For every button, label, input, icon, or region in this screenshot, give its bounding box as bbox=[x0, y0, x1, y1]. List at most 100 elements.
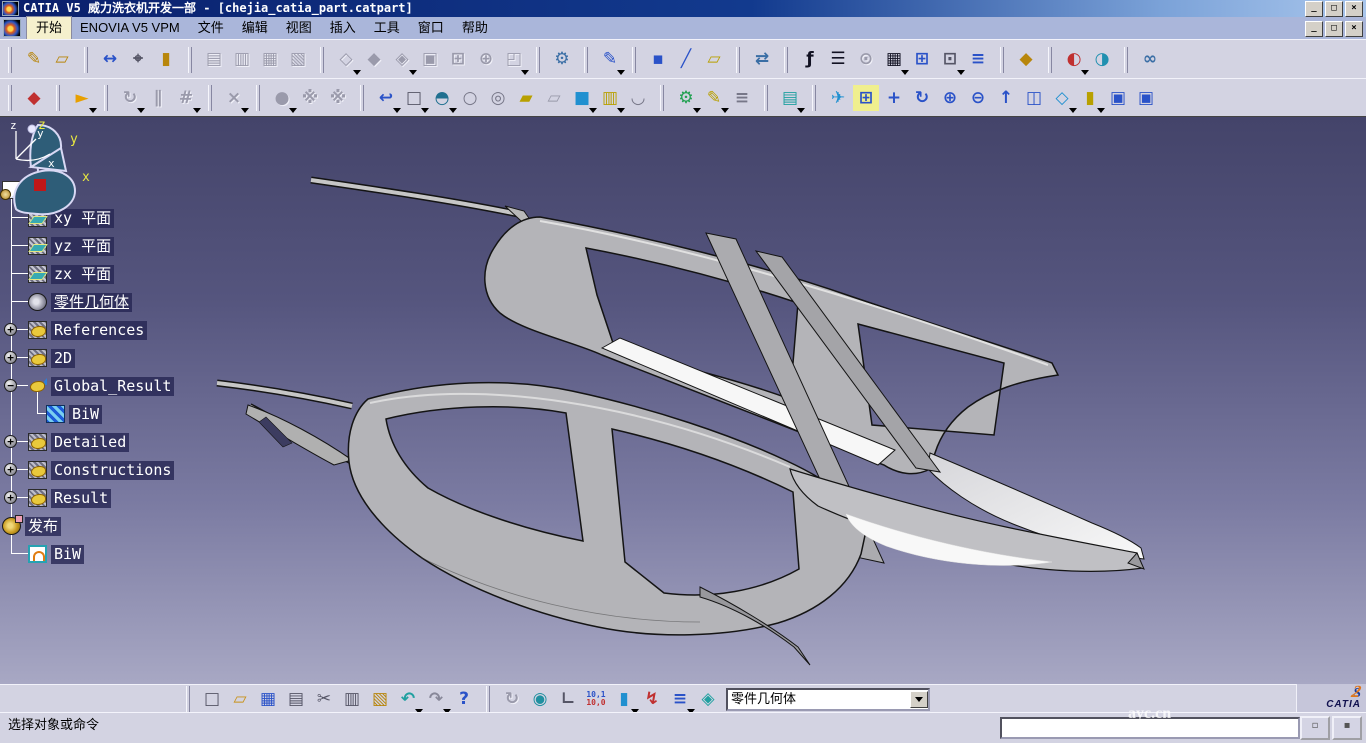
relations-icon[interactable]: ⊞ bbox=[909, 47, 935, 73]
dropdown-arrow-icon[interactable] bbox=[901, 70, 909, 75]
dropdown-arrow-icon[interactable] bbox=[449, 108, 457, 113]
tree-item-references[interactable]: +References bbox=[28, 319, 147, 341]
circle-slot-icon[interactable]: ◎ bbox=[485, 85, 511, 111]
select-arrow-icon[interactable]: ► bbox=[69, 85, 95, 111]
work-grid-icon[interactable]: # bbox=[173, 85, 199, 111]
dropdown-arrow-icon[interactable] bbox=[957, 70, 965, 75]
minimize-button[interactable]: _ bbox=[1305, 21, 1323, 37]
catalog-instantiate-icon[interactable]: ▤ bbox=[201, 47, 227, 73]
dropdown-arrow-icon[interactable] bbox=[393, 108, 401, 113]
save-icon[interactable]: ▦ bbox=[255, 686, 281, 712]
catalog-cylinder-icon[interactable]: ▮ bbox=[611, 686, 637, 712]
measure-item-icon[interactable]: ⌖ bbox=[125, 47, 151, 73]
view-mode-a-icon[interactable]: ▣ bbox=[1105, 85, 1131, 111]
units-icon[interactable]: 10,110,0 bbox=[583, 686, 609, 712]
tree-item-plane-zx[interactable]: zx 平面 bbox=[28, 263, 114, 285]
tree-item-publication-biw[interactable]: BiW bbox=[28, 543, 84, 565]
dropdown-arrow-icon[interactable] bbox=[521, 70, 529, 75]
tree-item-label[interactable]: Global_Result bbox=[51, 377, 174, 396]
dropdown-arrow-icon[interactable] bbox=[421, 108, 429, 113]
dropdown-arrow-icon[interactable] bbox=[89, 108, 97, 113]
tree-item-label[interactable]: yz 平面 bbox=[51, 237, 114, 256]
layers-icon[interactable]: ▤ bbox=[777, 85, 803, 111]
open-sketch-icon[interactable]: ✎ bbox=[21, 47, 47, 73]
tree-item-label[interactable]: Result bbox=[51, 489, 111, 508]
normal-view-icon[interactable]: ↑ bbox=[993, 85, 1019, 111]
menu-file[interactable]: 文件 bbox=[189, 17, 233, 39]
tree-item-label[interactable]: References bbox=[51, 321, 147, 340]
fit-all-icon[interactable]: ⊞ bbox=[853, 85, 879, 111]
zoom-in-icon[interactable]: ⊕ bbox=[937, 85, 963, 111]
dropdown-arrow-icon[interactable] bbox=[137, 108, 145, 113]
mass-properties-icon[interactable]: ▮ bbox=[153, 47, 179, 73]
shell-surface-icon[interactable]: ◡ bbox=[625, 85, 651, 111]
toolbar-separator[interactable] bbox=[8, 85, 12, 111]
toolbar-separator[interactable] bbox=[56, 85, 60, 111]
toolbar-separator[interactable] bbox=[208, 85, 212, 111]
constraints-icon[interactable]: ∞ bbox=[1137, 47, 1163, 73]
catalog-browse-icon[interactable]: ▧ bbox=[285, 47, 311, 73]
menu-enovia-v5-vpm[interactable]: ENOVIA V5 VPM bbox=[71, 17, 189, 39]
view-mode-b-icon[interactable]: ▣ bbox=[1133, 85, 1159, 111]
rotate-icon[interactable]: ↻ bbox=[909, 85, 935, 111]
dropdown-arrow-icon[interactable] bbox=[1081, 70, 1089, 75]
dropdown-arrow-icon[interactable] bbox=[1069, 108, 1077, 113]
dropdown-arrow-icon[interactable] bbox=[289, 108, 297, 113]
toolbar-separator[interactable] bbox=[632, 47, 636, 73]
tree-expander-detailed[interactable]: + bbox=[4, 435, 17, 448]
copy-icon[interactable]: ▥ bbox=[339, 686, 365, 712]
work-support-icon[interactable]: □ bbox=[401, 85, 427, 111]
refresh-links-icon[interactable]: ↻ bbox=[499, 686, 525, 712]
paste-icon[interactable]: ▧ bbox=[367, 686, 393, 712]
curvature-analysis-icon[interactable]: ✎ bbox=[701, 85, 727, 111]
extrude-surface-icon[interactable]: ◇ bbox=[333, 47, 359, 73]
power-input-field[interactable] bbox=[1000, 717, 1300, 739]
tree-item-partbody[interactable]: 零件几何体 bbox=[28, 291, 132, 313]
catalog-paste-icon[interactable]: ▥ bbox=[229, 47, 255, 73]
restore-button[interactable]: □ bbox=[1325, 1, 1343, 17]
status-mini-button-2[interactable]: ▪ bbox=[1332, 716, 1362, 740]
redo-icon[interactable]: ↷ bbox=[423, 686, 449, 712]
cut-icon[interactable]: ✂ bbox=[311, 686, 337, 712]
tree-item-global-result-biw[interactable]: BiW bbox=[46, 403, 102, 425]
tree-item-label[interactable]: BiW bbox=[51, 545, 84, 564]
symmetry-surface-icon[interactable]: ◰ bbox=[501, 47, 527, 73]
cylinder-surface-icon[interactable]: ○ bbox=[457, 85, 483, 111]
dropdown-arrow-icon[interactable] bbox=[721, 108, 729, 113]
status-mini-button-1[interactable]: ▫ bbox=[1300, 716, 1330, 740]
comment-icon[interactable]: ☰ bbox=[825, 47, 851, 73]
toolbar-separator[interactable] bbox=[186, 686, 190, 712]
clamp-icon[interactable]: ↻ bbox=[117, 85, 143, 111]
dropdown-arrow-icon[interactable] bbox=[797, 108, 805, 113]
toolbar-separator[interactable] bbox=[660, 85, 664, 111]
sweep-surface-icon[interactable]: ⊞ bbox=[445, 47, 471, 73]
toolbar-separator[interactable] bbox=[188, 47, 192, 73]
measure-length-icon[interactable]: ↔ bbox=[97, 47, 123, 73]
insert-body-icon[interactable]: ◆ bbox=[1013, 47, 1039, 73]
render-style-icon[interactable]: ▮ bbox=[1077, 85, 1103, 111]
fill-surface-icon[interactable]: ▰ bbox=[513, 85, 539, 111]
small-lock-icon[interactable]: ⊙ bbox=[853, 47, 879, 73]
viewport-3d[interactable]: BiWxy 平面yz 平面zx 平面零件几何体+References+2D−Gl… bbox=[0, 116, 1366, 685]
catalog-copy-icon[interactable]: ▦ bbox=[257, 47, 283, 73]
lock-icon[interactable]: ⊡ bbox=[937, 47, 963, 73]
specs-list-icon[interactable]: ≡ bbox=[667, 686, 693, 712]
dropdown-arrow-icon[interactable] bbox=[617, 108, 625, 113]
sweep-white-icon[interactable]: ▱ bbox=[541, 85, 567, 111]
blue-cube-icon[interactable]: ■ bbox=[569, 85, 595, 111]
menu-view[interactable]: 视图 bbox=[277, 17, 321, 39]
spray-a-icon[interactable]: ※ bbox=[297, 85, 323, 111]
tree-item-label[interactable]: Constructions bbox=[51, 461, 174, 480]
multi-view-icon[interactable]: ◫ bbox=[1021, 85, 1047, 111]
boolean-remove-icon[interactable]: ◐ bbox=[1061, 47, 1087, 73]
toolbar-separator[interactable] bbox=[486, 686, 490, 712]
close-button[interactable]: × bbox=[1345, 1, 1363, 17]
tree-item-label[interactable]: 零件几何体 bbox=[51, 293, 132, 312]
tree-item-label[interactable]: Detailed bbox=[51, 433, 129, 452]
tree-expander-global-result[interactable]: − bbox=[4, 379, 17, 392]
front-side-frame[interactable] bbox=[217, 383, 1144, 665]
web-browser-icon[interactable]: ◉ bbox=[527, 686, 553, 712]
pan-icon[interactable]: + bbox=[881, 85, 907, 111]
open-document-icon[interactable]: ▱ bbox=[227, 686, 253, 712]
tree-item-set-2d[interactable]: +2D bbox=[28, 347, 75, 369]
